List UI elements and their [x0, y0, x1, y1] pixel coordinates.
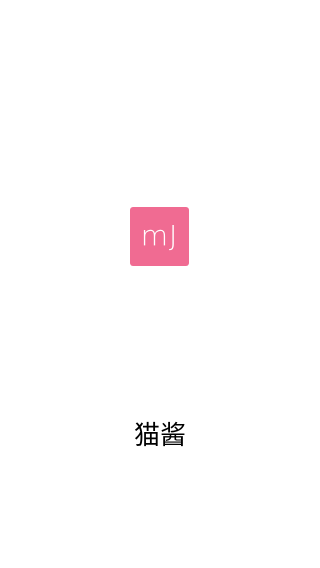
app-logo: mJ	[130, 207, 189, 266]
splash-screen: mJ 猫酱	[0, 0, 320, 568]
app-logo-text: mJ	[140, 219, 179, 252]
app-name: 猫酱	[133, 421, 186, 451]
